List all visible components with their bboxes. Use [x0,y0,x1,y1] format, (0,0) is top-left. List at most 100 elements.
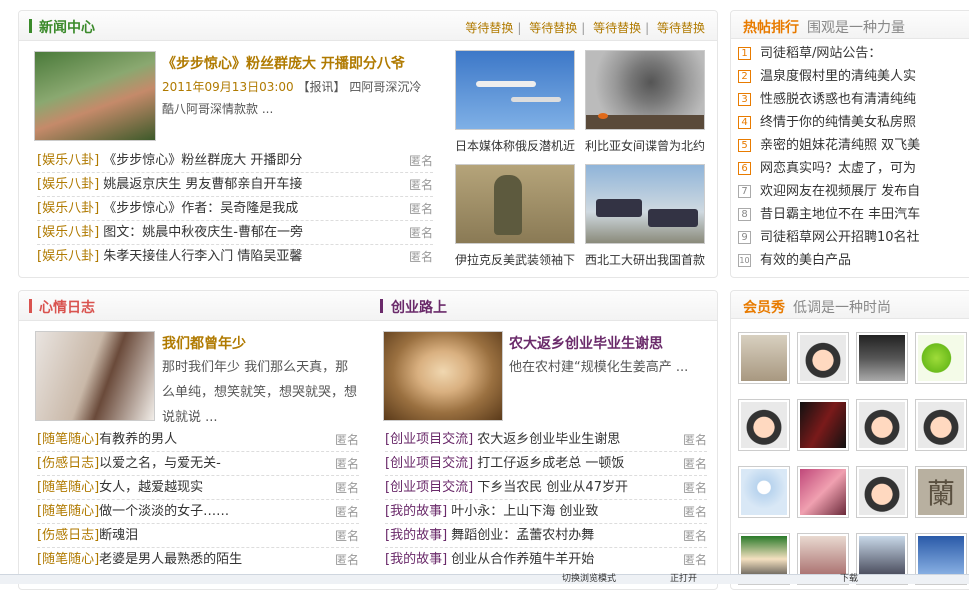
item-category[interactable]: [创业项目交流] [385,432,473,447]
news-headline[interactable]: 《步步惊心》粉丝群庞大 开播即分八爷 [162,53,405,73]
item-title[interactable]: 断魂泪 [99,528,138,543]
item-category[interactable]: [娱乐八卦] [37,177,99,192]
avatar[interactable]: 蘭 [915,466,967,518]
list-item[interactable]: [娱乐八卦] 《步步惊心》粉丝群庞大 开播即分 匿名 [37,149,433,173]
item-title[interactable]: 下乡当农民 创业从47岁开 [477,480,628,495]
avatar[interactable] [738,399,790,451]
hot-item-text[interactable]: 终情于你的纯情美女私房照 [760,115,916,130]
item-title[interactable]: 农大返乡创业毕业生谢思 [477,432,620,447]
photo-caption[interactable]: 伊拉克反美武装领袖下 [455,251,577,268]
item-category[interactable]: [我的故事] [385,504,447,519]
item-title[interactable]: 《步步惊心》粉丝群庞大 开播即分 [103,153,302,168]
list-item[interactable]: [娱乐八卦] 《步步惊心》作者：吴奇隆是我成 匿名 [37,197,433,221]
hot-item-text[interactable]: 昔日霸主地位不在 丰田汽车 [760,207,920,222]
status-download-text[interactable]: 下载 [840,573,858,585]
hot-item[interactable]: 1 司徒稻草/网站公告： [738,43,966,65]
hot-item[interactable]: 5 亲密的姐妹花清纯照 双飞美 [738,135,966,157]
photo-caption[interactable]: 日本媒体称俄反潜机近 [455,137,577,154]
hot-item[interactable]: 6 网恋真实吗？太虚了，可为 [738,158,966,180]
hot-item[interactable]: 2 温泉度假村里的清纯美人实 [738,66,966,88]
photo-caption[interactable]: 利比亚女间谍曾为北约 [585,137,707,154]
header-link[interactable]: 等待替换 [657,21,705,35]
item-title[interactable]: 《步步惊心》作者：吴奇隆是我成 [103,201,298,216]
item-title[interactable]: 创业从合作养殖牛羊开始 [451,552,594,567]
photo-caption[interactable]: 西北工大研出我国首款 [585,251,707,268]
avatar[interactable] [915,332,967,384]
header-link[interactable]: 等待替换 [593,21,641,35]
item-category[interactable]: [随笔随心] [37,504,99,519]
item-category[interactable]: [我的故事] [385,528,447,543]
hot-item-text[interactable]: 欢迎网友在视频展厅 发布自 [760,184,920,199]
item-category[interactable]: [创业项目交流] [385,456,473,471]
item-category[interactable]: [娱乐八卦] [37,225,99,240]
mood-photo[interactable] [35,331,155,421]
photo-thumb[interactable] [585,50,705,130]
hot-item-text[interactable]: 温泉度假村里的清纯美人实 [760,69,916,84]
hot-item-text[interactable]: 司徒稻草/网站公告： [760,46,881,61]
item-category[interactable]: [我的故事] [385,552,447,567]
item-category[interactable]: [随笔随心] [37,432,99,447]
list-item[interactable]: [娱乐八卦] 图文：姚晨中秋夜庆生-曹郁在一旁 匿名 [37,221,433,245]
list-item[interactable]: [创业项目交流] 农大返乡创业毕业生谢思 匿名 [385,428,707,452]
hot-item[interactable]: 4 终情于你的纯情美女私房照 [738,112,966,134]
list-item[interactable]: [娱乐八卦] 朱孝天接佳人行李入门 情陷吴亚馨 匿名 [37,245,433,269]
item-title[interactable]: 以爱之名，与爱无关- [99,456,221,471]
avatar[interactable] [856,399,908,451]
list-item[interactable]: [伤感日志]以爱之名，与爱无关- 匿名 [37,452,359,476]
status-mode-text[interactable]: 切换浏览模式 [562,573,616,585]
photo-thumb[interactable] [455,164,575,244]
item-title[interactable]: 姚晨返京庆生 男友曹郁亲自开车接 [103,177,302,192]
headline-photo[interactable] [34,51,156,141]
item-category[interactable]: [伤感日志] [37,528,99,543]
item-title[interactable]: 女人，越爱越现实 [99,480,203,495]
hot-item-text[interactable]: 性感脱衣诱惑也有清清纯纯 [760,92,916,107]
biz-headline[interactable]: 农大返乡创业毕业生谢思 [509,333,663,353]
item-title[interactable]: 图文：姚晨中秋夜庆生-曹郁在一旁 [103,225,303,240]
list-item[interactable]: [我的故事] 叶小永：上山下海 创业致 匿名 [385,500,707,524]
avatar[interactable] [856,332,908,384]
hot-item[interactable]: 3 性感脱衣诱惑也有清清纯纯 [738,89,966,111]
item-category[interactable]: [娱乐八卦] [37,201,99,216]
hot-item-text[interactable]: 司徒稻草网公开招聘10名社 [760,230,920,245]
item-title[interactable]: 打工仔返乡成老总 一顿饭 [477,456,624,471]
hot-item-text[interactable]: 网恋真实吗？太虚了，可为 [760,161,916,176]
avatar[interactable] [797,466,849,518]
avatar[interactable] [856,466,908,518]
avatar[interactable] [915,399,967,451]
photo-thumb[interactable] [455,50,575,130]
item-title[interactable]: 老婆是男人最熟悉的陌生 [99,552,242,567]
biz-photo[interactable] [383,331,503,421]
photo-thumb[interactable] [585,164,705,244]
list-item[interactable]: [随笔随心]女人，越爱越现实 匿名 [37,476,359,500]
hot-item[interactable]: 10 有效的美白产品 [738,250,966,272]
item-title[interactable]: 叶小永：上山下海 创业致 [451,504,598,519]
list-item[interactable]: [伤感日志]断魂泪 匿名 [37,524,359,548]
hot-item[interactable]: 9 司徒稻草网公开招聘10名社 [738,227,966,249]
item-category[interactable]: [娱乐八卦] [37,153,99,168]
item-title[interactable]: 朱孝天接佳人行李入门 情陷吴亚馨 [103,249,302,264]
hot-item-text[interactable]: 有效的美白产品 [760,253,851,268]
list-item[interactable]: [创业项目交流] 下乡当农民 创业从47岁开 匿名 [385,476,707,500]
header-link[interactable]: 等待替换 [529,21,577,35]
hot-item[interactable]: 7 欢迎网友在视频展厅 发布自 [738,181,966,203]
list-item[interactable]: [随笔随心]做一个淡淡的女子…… 匿名 [37,500,359,524]
item-title[interactable]: 有教养的男人 [99,432,177,447]
list-item[interactable]: [娱乐八卦] 姚晨返京庆生 男友曹郁亲自开车接 匿名 [37,173,433,197]
item-category[interactable]: [伤感日志] [37,456,99,471]
list-item[interactable]: [随笔随心]老婆是男人最熟悉的陌生 匿名 [37,548,359,572]
hot-item-text[interactable]: 亲密的姐妹花清纯照 双飞美 [760,138,920,153]
item-category[interactable]: [随笔随心] [37,480,99,495]
avatar[interactable] [738,332,790,384]
mood-headline[interactable]: 我们都曾年少 [162,333,246,353]
item-category[interactable]: [娱乐八卦] [37,249,99,264]
item-category[interactable]: [随笔随心] [37,552,99,567]
item-title[interactable]: 做一个淡淡的女子…… [99,504,229,519]
avatar[interactable] [797,399,849,451]
avatar[interactable] [738,466,790,518]
item-category[interactable]: [创业项目交流] [385,480,473,495]
header-link[interactable]: 等待替换 [465,21,513,35]
list-item[interactable]: [创业项目交流] 打工仔返乡成老总 一顿饭 匿名 [385,452,707,476]
hot-item[interactable]: 8 昔日霸主地位不在 丰田汽车 [738,204,966,226]
list-item[interactable]: [我的故事] 舞蹈创业：孟蕾农村办舞 匿名 [385,524,707,548]
avatar[interactable] [797,332,849,384]
